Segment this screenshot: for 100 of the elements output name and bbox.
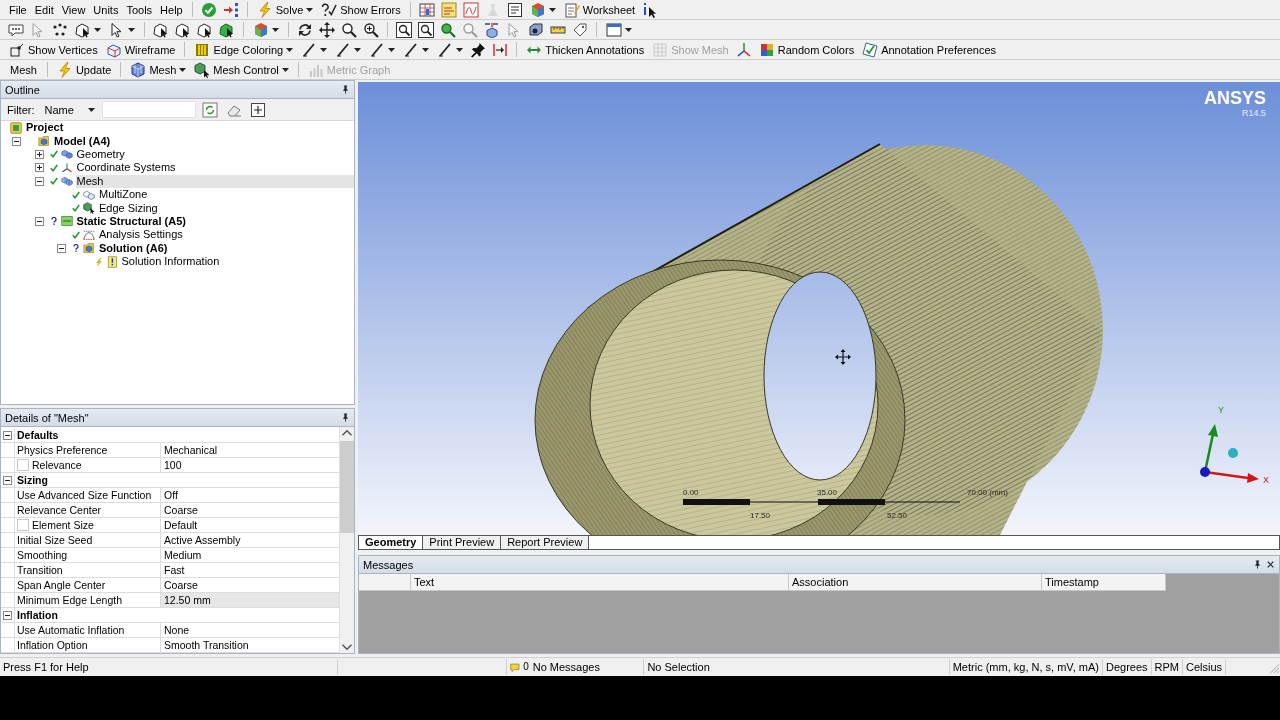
column-header[interactable]: Timestamp: [1042, 574, 1166, 591]
bracket-arrow-icon[interactable]: [492, 41, 509, 58]
zoom-icon[interactable]: [341, 21, 357, 38]
toolbar-button[interactable]: Update: [53, 60, 115, 79]
property-value[interactable]: Coarse: [161, 503, 339, 517]
property-value[interactable]: Off: [161, 488, 339, 502]
property-value[interactable]: Default: [161, 518, 339, 532]
tree-item[interactable]: Geometry: [75, 147, 126, 161]
units-status[interactable]: RPM: [1151, 659, 1183, 675]
collapse-toggle[interactable]: [3, 610, 12, 620]
collapse-toggle[interactable]: [3, 475, 12, 485]
tree-item[interactable]: Edge Sizing: [98, 201, 159, 215]
property-value[interactable]: Active Assembly: [161, 533, 339, 547]
tree-item[interactable]: MultiZone: [98, 188, 149, 202]
collapse-toggle[interactable]: [34, 176, 44, 186]
toolbar-button[interactable]: Show Errors: [318, 0, 404, 19]
refresh-icon[interactable]: [201, 101, 218, 118]
property-value[interactable]: Fast: [161, 563, 339, 577]
tree-item[interactable]: Project: [25, 121, 65, 135]
dropdown-button[interactable]: [603, 20, 635, 39]
tree-item[interactable]: Solution Information: [120, 255, 221, 269]
toolbar-button[interactable]: Solve: [253, 0, 317, 19]
checkbox[interactable]: [17, 459, 29, 471]
property-value[interactable]: 12.50 mm: [161, 593, 339, 607]
property-value[interactable]: 100: [161, 458, 339, 472]
tree-item[interactable]: Mesh: [75, 174, 354, 188]
graphics-viewport[interactable]: ANSYS R14.5 Y X 0.00 35.00 70.00 (mm) 17.50 52.50: [358, 82, 1280, 535]
collapse-toggle[interactable]: [12, 136, 21, 146]
menu-item[interactable]: File: [6, 1, 30, 18]
menu-item[interactable]: View: [58, 1, 89, 18]
search-field[interactable]: [101, 101, 196, 118]
toolbar-button[interactable]: Thicken Annotations: [523, 40, 648, 59]
expand-toggle[interactable]: [34, 163, 44, 173]
triad-icon[interactable]: [735, 41, 752, 58]
property-value[interactable]: None: [161, 623, 339, 637]
pin-icon[interactable]: [341, 84, 350, 95]
select-solid-icon[interactable]: [219, 21, 235, 38]
collapse-toggle[interactable]: [57, 243, 66, 253]
thumbtack-icon[interactable]: [470, 41, 487, 58]
view-tab[interactable]: Print Preview: [423, 536, 502, 549]
toolbar-button[interactable]: Random Colors: [755, 40, 858, 59]
expand-toggle[interactable]: [34, 149, 44, 159]
units-status[interactable]: Celsius: [1183, 659, 1227, 675]
tree-item[interactable]: Coordinate Systems: [75, 161, 177, 175]
line-chart-icon[interactable]: [462, 1, 479, 18]
scrollbar[interactable]: [339, 427, 354, 653]
zoom-in-icon[interactable]: [363, 21, 379, 38]
status-text[interactable]: No Messages: [532, 659, 600, 675]
expand-all-icon[interactable]: [249, 101, 266, 118]
column-header[interactable]: Association: [789, 574, 1042, 591]
tag-icon[interactable]: [572, 21, 588, 38]
tree-item[interactable]: Model (A4): [53, 134, 112, 148]
arrow-dots-icon[interactable]: [222, 1, 239, 18]
view-sphere: [1228, 448, 1238, 458]
collapse-toggle[interactable]: [34, 216, 44, 226]
close-icon[interactable]: [1266, 559, 1275, 570]
pin-icon[interactable]: [1253, 559, 1262, 570]
toolbar-button[interactable]: Edge Coloring: [191, 40, 297, 59]
collapse-toggle[interactable]: [3, 430, 12, 440]
scrollbar-thumb[interactable]: [340, 441, 354, 533]
zoom-frame-icon[interactable]: [418, 21, 434, 38]
tree-item[interactable]: Analysis Settings: [98, 228, 184, 242]
zoom-solid-icon[interactable]: [440, 21, 456, 38]
check-circle-icon[interactable]: [200, 1, 217, 18]
units-status[interactable]: Metric (mm, kg, N, s, mV, mA): [949, 659, 1103, 675]
column-header[interactable]: Text: [411, 574, 789, 591]
select-box-icon[interactable]: [197, 21, 213, 38]
checkbox[interactable]: [17, 519, 29, 531]
toolbar-button[interactable]: Worksheet: [560, 0, 639, 19]
pin-icon[interactable]: [341, 412, 350, 423]
menu-item[interactable]: Units: [90, 1, 122, 18]
speech-bubble-icon[interactable]: [8, 21, 24, 38]
info-cursor-icon[interactable]: [642, 1, 659, 18]
units-status[interactable]: Degrees: [1102, 659, 1152, 675]
grid-chart-icon[interactable]: [418, 1, 435, 18]
menu-item[interactable]: Help: [157, 1, 186, 18]
menu-item[interactable]: Edit: [31, 1, 57, 18]
points-icon[interactable]: [52, 21, 68, 38]
menu-item[interactable]: Tools: [123, 1, 156, 18]
rotate-icon[interactable]: [297, 21, 313, 38]
property-value[interactable]: Smooth Transition: [161, 638, 339, 652]
camera-icon[interactable]: [528, 21, 544, 38]
toolbar-button[interactable]: Wireframe: [102, 40, 179, 59]
view-tab[interactable]: Report Preview: [501, 536, 590, 549]
logo-text: ANSYS: [1204, 88, 1266, 108]
toolbar-button[interactable]: Mesh Control: [191, 60, 292, 79]
property-value[interactable]: Medium: [161, 548, 339, 562]
property-value[interactable]: Mechanical: [161, 443, 339, 457]
toolbar-button[interactable]: Show Vertices: [6, 40, 101, 59]
pan-icon[interactable]: [319, 21, 335, 38]
text-box-icon[interactable]: [506, 1, 523, 18]
iso-cube-icon[interactable]: [484, 21, 500, 38]
property-value[interactable]: Coarse: [161, 578, 339, 592]
tree-item[interactable]: Static Structural (A5): [75, 214, 187, 228]
toolbar-button[interactable]: Annotation Preferences: [859, 40, 1000, 59]
toolbar-button[interactable]: Mesh: [127, 60, 190, 79]
select-box-icon[interactable]: [153, 21, 169, 38]
tree-item[interactable]: Solution (A6): [98, 241, 169, 255]
select-box-icon[interactable]: [175, 21, 191, 38]
zoom-frame-icon[interactable]: [396, 21, 412, 38]
